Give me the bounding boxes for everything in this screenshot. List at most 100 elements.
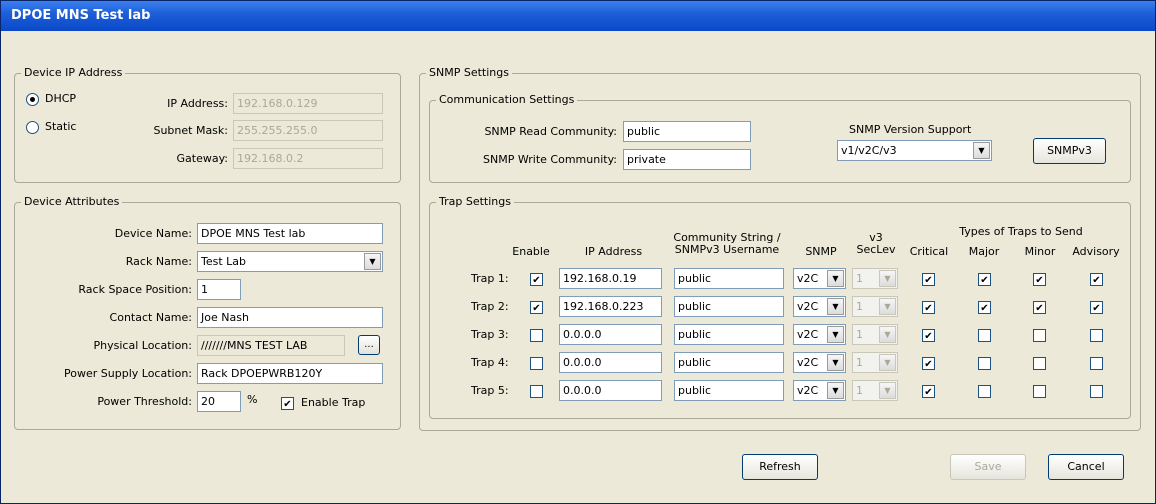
trap-snmp-select[interactable]: v2C ▼ <box>793 268 846 289</box>
trap-label: Trap 5: <box>471 384 509 397</box>
trap-snmp-select[interactable]: v2C ▼ <box>793 324 846 345</box>
chevron-down-icon: ▼ <box>879 326 896 343</box>
header-major: Major <box>968 245 1000 258</box>
trap-minor-checkbox[interactable] <box>1033 385 1046 398</box>
trap-community-field[interactable]: public <box>674 324 784 345</box>
rack-space-field[interactable]: 1 <box>197 279 241 300</box>
physical-location-label: Physical Location: <box>93 339 192 352</box>
header-community-2: SNMPv3 Username <box>674 243 780 256</box>
trap-enable-checkbox[interactable] <box>530 357 543 370</box>
subnet-mask-field[interactable]: 255.255.255.0 <box>233 120 383 141</box>
trap-ip-field[interactable]: 0.0.0.0 <box>559 380 662 401</box>
trap-enable-checkbox[interactable] <box>530 329 543 342</box>
trap-snmp-value: v2C <box>797 328 819 341</box>
power-threshold-field[interactable]: 20 <box>197 391 241 412</box>
write-community-field[interactable]: private <box>623 149 751 170</box>
trap-seclev-select[interactable]: 1 ▼ <box>852 380 898 401</box>
trap-critical-checkbox[interactable] <box>922 301 935 314</box>
trap-community-field[interactable]: public <box>674 268 784 289</box>
trap-label: Trap 1: <box>471 272 509 285</box>
trap-seclev-value: 1 <box>856 272 863 285</box>
gateway-field[interactable]: 192.168.0.2 <box>233 148 383 169</box>
header-types-group: Types of Traps to Send <box>959 225 1083 238</box>
rack-space-label: Rack Space Position: <box>78 283 192 296</box>
trap-seclev-select[interactable]: 1 ▼ <box>852 296 898 317</box>
trap-minor-checkbox[interactable] <box>1033 273 1046 286</box>
trap-minor-checkbox[interactable] <box>1033 301 1046 314</box>
chevron-down-icon[interactable]: ▼ <box>827 326 844 343</box>
trap-major-checkbox[interactable] <box>978 273 991 286</box>
trap-enable-checkbox[interactable] <box>530 273 543 286</box>
trap-enable-checkbox[interactable] <box>530 301 543 314</box>
trap-minor-checkbox[interactable] <box>1033 357 1046 370</box>
device-ip-legend: Device IP Address <box>21 66 126 79</box>
chevron-down-icon[interactable]: ▼ <box>827 270 844 287</box>
trap-seclev-select[interactable]: 1 ▼ <box>852 268 898 289</box>
chevron-down-icon: ▼ <box>879 382 896 399</box>
browse-location-button[interactable]: ... <box>358 335 380 355</box>
save-button[interactable]: Save <box>950 454 1026 480</box>
rack-name-select[interactable]: Test Lab ▼ <box>197 251 383 272</box>
trap-critical-checkbox[interactable] <box>922 273 935 286</box>
physical-location-field[interactable]: ///////MNS TEST LAB <box>197 335 345 356</box>
trap-enable-checkbox[interactable] <box>530 385 543 398</box>
trap-advisory-checkbox[interactable] <box>1090 385 1103 398</box>
write-community-label: SNMP Write Community: <box>483 153 617 166</box>
trap-ip-field[interactable]: 192.168.0.223 <box>559 296 662 317</box>
header-snmp: SNMP <box>805 245 837 258</box>
chevron-down-icon[interactable]: ▼ <box>827 298 844 315</box>
chevron-down-icon[interactable]: ▼ <box>973 142 990 159</box>
communication-settings-group: Communication Settings <box>429 93 1131 183</box>
trap-ip-field[interactable]: 0.0.0.0 <box>559 324 662 345</box>
trap-label: Trap 2: <box>471 300 509 313</box>
trap-snmp-select[interactable]: v2C ▼ <box>793 296 846 317</box>
trap-critical-checkbox[interactable] <box>922 357 935 370</box>
power-supply-location-label: Power Supply Location: <box>64 367 192 380</box>
ip-address-field[interactable]: 192.168.0.129 <box>233 93 383 114</box>
title-bar[interactable]: DPOE MNS Test lab <box>1 1 1155 31</box>
chevron-down-icon[interactable]: ▼ <box>827 382 844 399</box>
snmp-version-label: SNMP Version Support <box>849 123 972 136</box>
snmp-version-select[interactable]: v1/v2C/v3 ▼ <box>837 140 992 161</box>
trap-advisory-checkbox[interactable] <box>1090 273 1103 286</box>
trap-advisory-checkbox[interactable] <box>1090 301 1103 314</box>
cancel-button[interactable]: Cancel <box>1048 454 1124 480</box>
header-seclev: SecLev <box>856 243 896 256</box>
trap-major-checkbox[interactable] <box>978 357 991 370</box>
static-label: Static <box>45 120 77 133</box>
trap-advisory-checkbox[interactable] <box>1090 329 1103 342</box>
trap-community-field[interactable]: public <box>674 380 784 401</box>
trap-ip-field[interactable]: 0.0.0.0 <box>559 352 662 373</box>
device-name-field[interactable]: DPOE MNS Test lab <box>197 223 383 244</box>
trap-major-checkbox[interactable] <box>978 301 991 314</box>
refresh-button[interactable]: Refresh <box>742 454 818 480</box>
trap-seclev-select[interactable]: 1 ▼ <box>852 352 898 373</box>
trap-snmp-select[interactable]: v2C ▼ <box>793 380 846 401</box>
enable-trap-checkbox[interactable] <box>281 397 294 410</box>
trap-major-checkbox[interactable] <box>978 385 991 398</box>
trap-major-checkbox[interactable] <box>978 329 991 342</box>
read-community-field[interactable]: public <box>623 121 751 142</box>
trap-community-field[interactable]: public <box>674 296 784 317</box>
contact-name-field[interactable]: Joe Nash <box>197 307 383 328</box>
dhcp-radio[interactable] <box>26 93 39 106</box>
trap-critical-checkbox[interactable] <box>922 329 935 342</box>
trap-seclev-select[interactable]: 1 ▼ <box>852 324 898 345</box>
trap-minor-checkbox[interactable] <box>1033 329 1046 342</box>
trap-critical-checkbox[interactable] <box>922 385 935 398</box>
trap-snmp-select[interactable]: v2C ▼ <box>793 352 846 373</box>
communication-settings-legend: Communication Settings <box>436 93 578 106</box>
trap-seclev-value: 1 <box>856 384 863 397</box>
snmpv3-button[interactable]: SNMPv3 <box>1033 138 1106 164</box>
chevron-down-icon[interactable]: ▼ <box>827 354 844 371</box>
trap-community-field[interactable]: public <box>674 352 784 373</box>
header-ip-address: IP Address <box>584 245 643 258</box>
trap-label: Trap 4: <box>471 356 509 369</box>
contact-name-label: Contact Name: <box>109 311 192 324</box>
trap-ip-field[interactable]: 192.168.0.19 <box>559 268 662 289</box>
chevron-down-icon[interactable]: ▼ <box>364 253 381 270</box>
trap-advisory-checkbox[interactable] <box>1090 357 1103 370</box>
power-supply-location-field[interactable]: Rack DPOEPWRB120Y <box>197 363 383 384</box>
static-radio[interactable] <box>26 121 39 134</box>
window-title: DPOE MNS Test lab <box>11 8 151 23</box>
